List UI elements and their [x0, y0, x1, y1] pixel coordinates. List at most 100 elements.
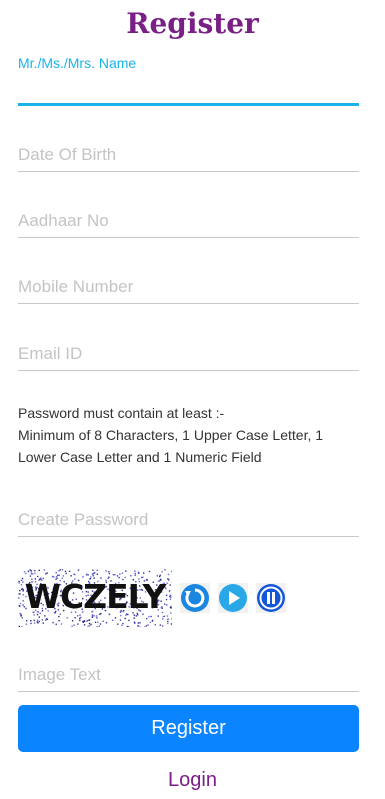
captcha-underline: [18, 691, 359, 692]
captcha-noise-dot: [18, 625, 20, 627]
captcha-noise-dot: [91, 573, 94, 576]
captcha-noise-dot: [30, 572, 33, 574]
captcha-noise-dot: [96, 626, 98, 627]
mobile-underline: [18, 303, 359, 304]
captcha-pause-button[interactable]: [256, 583, 286, 613]
captcha-text: WCZELY: [24, 577, 167, 616]
captcha-noise-dot: [77, 569, 80, 571]
captcha-noise-dot: [58, 570, 60, 572]
captcha-noise-dot: [25, 623, 28, 625]
captcha-noise-dot: [162, 618, 164, 620]
captcha-noise-dot: [68, 570, 71, 572]
captcha-noise-dot: [45, 619, 47, 621]
captcha-noise-dot: [108, 571, 110, 573]
captcha-noise-dot: [21, 617, 23, 619]
email-field[interactable]: [18, 339, 359, 371]
captcha-noise-dot: [133, 621, 136, 623]
captcha-noise-dot: [21, 626, 23, 627]
captcha-noise-dot: [59, 569, 61, 571]
captcha-noise-dot: [124, 617, 126, 620]
captcha-input[interactable]: [18, 662, 359, 692]
login-link[interactable]: Login: [0, 768, 385, 792]
dob-input[interactable]: [18, 142, 359, 172]
captcha-noise-dot: [55, 623, 57, 625]
captcha-noise-dot: [38, 620, 40, 623]
password-input[interactable]: [18, 507, 359, 537]
captcha-noise-dot: [58, 620, 60, 622]
captcha-noise-dot: [96, 569, 98, 572]
captcha-noise-dot: [71, 620, 74, 622]
password-field[interactable]: [18, 505, 359, 537]
captcha-noise-dot: [77, 623, 79, 625]
captcha-noise-dot: [162, 625, 164, 627]
mobile-field[interactable]: [18, 272, 359, 304]
captcha-noise-dot: [108, 573, 111, 575]
captcha-play-button[interactable]: [218, 583, 248, 613]
captcha-noise-dot: [137, 625, 139, 627]
captcha-noise-dot: [125, 570, 127, 572]
mobile-input[interactable]: [18, 274, 359, 304]
password-note-rules: Minimum of 8 Characters, 1 Upper Case Le…: [18, 427, 324, 465]
captcha-noise-dot: [161, 571, 163, 573]
captcha-noise-dot: [86, 620, 88, 622]
captcha-noise-dot: [105, 570, 107, 572]
password-underline: [18, 536, 359, 537]
password-requirements: Password must contain at least :- Minimu…: [18, 402, 363, 468]
aadhaar-underline: [18, 237, 359, 238]
captcha-field[interactable]: [18, 660, 359, 692]
captcha-noise-dot: [30, 622, 32, 625]
captcha-noise-dot: [122, 622, 124, 625]
captcha-noise-dot: [119, 573, 121, 575]
captcha-noise-dot: [139, 626, 141, 627]
captcha-noise-dot: [134, 574, 136, 576]
captcha-noise-dot: [114, 574, 116, 576]
refresh-icon: [181, 584, 209, 612]
captcha-noise-dot: [23, 571, 26, 573]
captcha-noise-dot: [30, 620, 32, 622]
captcha-noise-dot: [46, 572, 48, 574]
captcha-noise-dot: [34, 572, 36, 575]
captcha-noise-dot: [102, 620, 104, 622]
dob-field[interactable]: [18, 140, 359, 172]
email-input[interactable]: [18, 341, 359, 371]
captcha-noise-dot: [37, 622, 39, 624]
captcha-noise-dot: [61, 569, 64, 571]
captcha-noise-dot: [145, 617, 148, 620]
captcha-noise-dot: [25, 572, 27, 575]
captcha-noise-dot: [121, 624, 123, 627]
captcha-noise-dot: [112, 574, 115, 576]
captcha-noise-dot: [134, 570, 136, 572]
captcha-noise-dot: [57, 574, 59, 577]
captcha-noise-dot: [145, 625, 148, 627]
captcha-noise-dot: [27, 570, 30, 573]
captcha-noise-dot: [88, 622, 91, 625]
aadhaar-input[interactable]: [18, 208, 359, 238]
captcha-noise-dot: [34, 569, 36, 572]
captcha-noise-dot: [147, 624, 149, 626]
name-input[interactable]: [18, 76, 359, 106]
captcha-noise-dot: [87, 626, 89, 627]
captcha-noise-dot: [159, 624, 161, 626]
captcha-noise-dot: [98, 625, 100, 627]
aadhaar-field[interactable]: [18, 206, 359, 238]
captcha-noise-dot: [96, 617, 98, 619]
captcha-noise-dot: [170, 623, 172, 625]
captcha-noise-dot: [96, 573, 98, 575]
captcha-noise-dot: [43, 569, 46, 571]
captcha-noise-dot: [164, 569, 166, 571]
captcha-noise-dot: [144, 626, 146, 627]
captcha-noise-dot: [74, 573, 76, 576]
captcha-noise-dot: [71, 625, 73, 627]
captcha-noise-dot: [148, 570, 151, 573]
register-button[interactable]: Register: [18, 705, 359, 752]
email-underline: [18, 370, 359, 371]
play-icon: [219, 584, 247, 612]
captcha-noise-dot: [167, 622, 169, 625]
captcha-noise-dot: [87, 574, 89, 576]
captcha-noise-dot: [79, 619, 81, 622]
name-field[interactable]: Mr./Ms./Mrs. Name: [18, 55, 359, 106]
captcha-refresh-button[interactable]: [180, 583, 210, 613]
captcha-image: WCZELY: [18, 569, 172, 627]
captcha-noise-dot: [154, 624, 156, 626]
captcha-noise-dot: [37, 619, 39, 621]
